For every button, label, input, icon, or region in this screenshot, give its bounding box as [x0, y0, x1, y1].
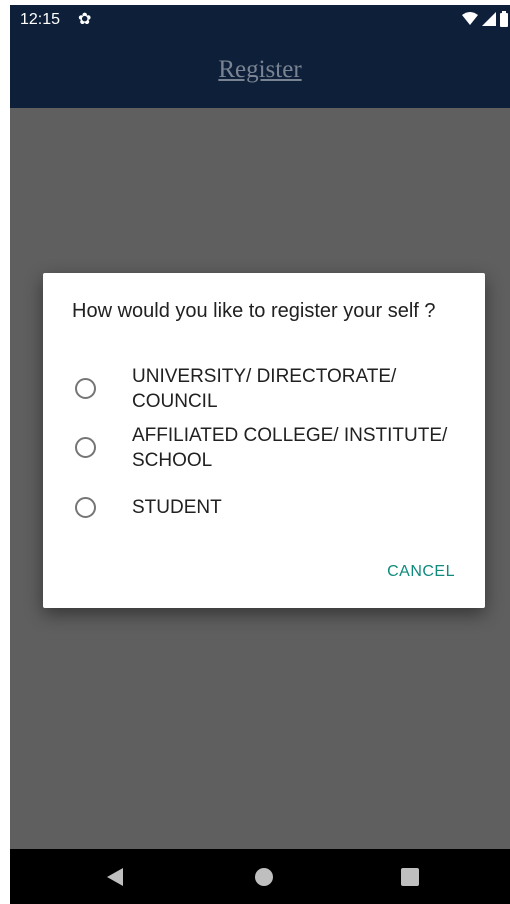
signal-icon: [482, 12, 496, 26]
settings-gear-icon: ✿: [78, 11, 92, 28]
radio-button[interactable]: [75, 378, 96, 399]
status-time: 12:15: [20, 11, 61, 28]
radio-button[interactable]: [75, 437, 96, 458]
device-screen: 12:15 ✿ Register How would you like to r…: [10, 5, 510, 904]
navigation-bar: [10, 849, 510, 904]
battery-icon: [500, 11, 508, 27]
home-icon[interactable]: [255, 868, 273, 886]
dialog-title: How would you like to register your self…: [72, 300, 436, 322]
wifi-icon: [462, 12, 478, 25]
app-bar: Register: [10, 35, 510, 108]
register-type-dialog: How would you like to register your self…: [43, 273, 485, 608]
recents-icon[interactable]: [401, 868, 419, 886]
page-title: Register: [218, 56, 302, 83]
option-label: UNIVERSITY/ DIRECTORATE/ COUNCIL: [132, 366, 397, 412]
back-icon[interactable]: [107, 868, 123, 886]
status-bar: 12:15 ✿: [10, 5, 510, 35]
status-icons: [462, 11, 508, 27]
radio-button[interactable]: [75, 497, 96, 518]
option-label: AFFILIATED COLLEGE/ INSTITUTE/ SCHOOL: [132, 425, 448, 471]
option-label: STUDENT: [132, 497, 222, 518]
cancel-button[interactable]: CANCEL: [387, 563, 455, 581]
